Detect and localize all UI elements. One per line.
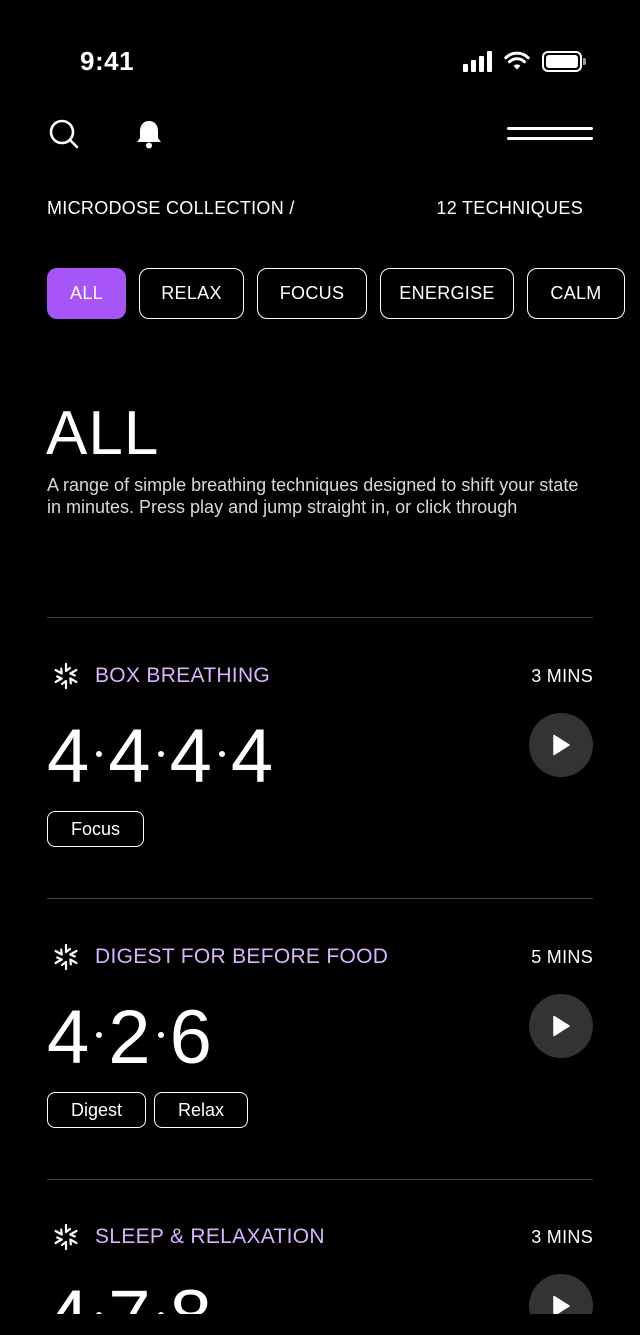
technique-card[interactable]: SLEEP & RELAXATION 3 MINS 4 7 8 xyxy=(47,1222,593,1314)
technique-card[interactable]: BOX BREATHING 3 MINS 4 4 4 4 Focus xyxy=(47,661,593,921)
technique-name: SLEEP & RELAXATION xyxy=(95,1225,325,1248)
filter-chips: ALL RELAX FOCUS ENERGISE CALM xyxy=(47,268,640,319)
tag-focus[interactable]: Focus xyxy=(47,811,145,847)
technique-name: BOX BREATHING xyxy=(95,664,271,687)
tag-relax[interactable]: Relax xyxy=(154,1092,249,1128)
technique-header: BOX BREATHING 3 MINS xyxy=(47,661,593,691)
top-bar xyxy=(46,112,594,156)
filter-chip-all[interactable]: ALL xyxy=(47,268,126,319)
pattern-count: 4 xyxy=(47,995,91,1080)
play-icon xyxy=(553,1295,570,1314)
pattern-count: 4 xyxy=(230,714,275,799)
pattern-count: 4 xyxy=(108,714,152,799)
menu-button[interactable] xyxy=(504,112,596,156)
search-icon xyxy=(49,119,79,149)
technique-card[interactable]: DIGEST FOR BEFORE FOOD 5 MINS 4 2 6 Dige… xyxy=(47,942,593,1202)
technique-duration: 3 MINS xyxy=(531,665,593,686)
play-button[interactable] xyxy=(529,994,593,1058)
filter-chip-calm[interactable]: CALM xyxy=(527,268,625,319)
filter-chip-relax[interactable]: RELAX xyxy=(139,268,244,319)
wifi-icon xyxy=(504,51,530,70)
starburst-icon xyxy=(54,943,78,971)
technique-duration: 3 MINS xyxy=(531,1226,593,1247)
collection-breadcrumb[interactable]: MICRODOSE COLLECTION / xyxy=(47,198,295,219)
pattern-count: 4 xyxy=(169,714,213,799)
breathing-pattern: 4 4 4 4 xyxy=(47,713,274,800)
pattern-count: 4 xyxy=(47,714,91,799)
divider xyxy=(47,898,593,899)
starburst-icon xyxy=(54,662,78,690)
pattern-count: 7 xyxy=(108,1274,151,1314)
filter-chip-energise[interactable]: ENERGISE xyxy=(380,268,514,319)
status-time: 9:41 xyxy=(80,46,135,76)
technique-count: 12 TECHNIQUES xyxy=(436,198,583,218)
divider xyxy=(47,617,593,618)
tag-digest[interactable]: Digest xyxy=(47,1092,147,1128)
pattern-count: 6 xyxy=(169,995,213,1080)
play-icon xyxy=(553,1015,570,1037)
technique-duration: 5 MINS xyxy=(531,946,593,967)
pattern-count: 2 xyxy=(108,995,152,1080)
bell-icon xyxy=(137,121,161,149)
filter-chip-focus[interactable]: FOCUS xyxy=(257,268,367,319)
battery-icon xyxy=(542,50,586,72)
breathing-pattern: 4 7 8 xyxy=(47,1274,213,1314)
page-description: A range of simple breathing techniques d… xyxy=(47,475,579,517)
pattern-count: 4 xyxy=(47,1274,90,1314)
search-button[interactable] xyxy=(42,112,86,156)
breathing-pattern: 4 2 6 xyxy=(47,994,213,1081)
play-icon xyxy=(553,734,570,756)
page-title: ALL xyxy=(46,399,160,468)
notifications-button[interactable] xyxy=(127,112,171,156)
menu-icon xyxy=(507,127,593,141)
play-button[interactable] xyxy=(529,713,593,777)
signal-icon xyxy=(463,50,492,72)
status-bar: 9:41 xyxy=(0,0,640,100)
play-button[interactable] xyxy=(529,1274,593,1314)
collection-header: MICRODOSE COLLECTION / 12 TECHNIQUES xyxy=(47,198,593,219)
pattern-count: 8 xyxy=(170,1274,213,1314)
status-icons xyxy=(463,50,586,72)
divider xyxy=(47,1179,593,1180)
technique-tags: Focus xyxy=(47,811,145,847)
technique-header: SLEEP & RELAXATION 3 MINS xyxy=(47,1222,593,1252)
technique-name: DIGEST FOR BEFORE FOOD xyxy=(95,945,389,968)
technique-header: DIGEST FOR BEFORE FOOD 5 MINS xyxy=(47,942,593,972)
starburst-icon xyxy=(54,1223,78,1251)
technique-tags: Digest Relax xyxy=(47,1092,249,1128)
